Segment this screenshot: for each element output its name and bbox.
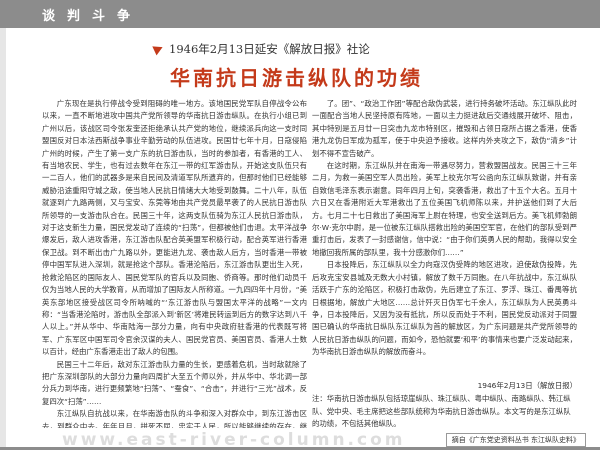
article-footnote: 1946年2月13日（解放日报） 注：华南抗日游击纵队包括琼崖纵队、珠江纵队、粤… [312,380,577,431]
right-column: 了。团”、“政治工作团”等配合敌伪武装，进行持务破坏活动。东江纵队此时一面配合当… [312,98,577,358]
left-column: 广东现在是执行停战令受到阻碍的唯一地方。该地国民党军队自停战令公布以来，一直不断… [42,98,307,428]
right-paragraph: 了。团”、“政治工作团”等配合敌伪武装，进行持务破坏活动。东江纵队此时一面配合当… [312,99,577,158]
source-credit: 摘自《广东党史资料丛书 东江纵队史料》 [445,433,586,447]
page-edge-shadow [0,28,6,450]
article-kicker: 1946年2月13日延安《解放日报》社论 [152,41,370,57]
left-paragraph: 东江纵队自抗战以来，在华南游击队的斗争和深入对群众中，到东江游击区去，到群众中去… [42,409,307,428]
flag-icon [152,42,165,56]
right-paragraph: 在这时期，东江纵队并在南海一带遇尽努力，营救盟国战友。民国三十三年二月，为救一美… [312,161,577,257]
article-headline: 华南抗日游击纵队的功绩 [170,66,423,90]
kicker-text: 1946年2月13日延安《解放日报》社论 [169,42,370,56]
section-header-bar: 谈判斗争 [0,0,600,28]
publication-date: 1946年2月13日（解放日报） [477,381,577,390]
section-title: 谈判斗争 [42,9,143,24]
annotation-text: 注：华南抗日游击纵队包括琼崖纵队、珠江纵队、粤中纵队、南路纵队、韩江纵队、党中央… [312,394,571,429]
left-paragraph: 广东现在是执行停战令受到阻碍的唯一地方。该地国民党军队自停战令公布以来，一直不断… [42,99,307,357]
right-paragraph: 日本投降后，东江纵队以全力向寇汉伪受降的地区进攻，迫使敌伪投降，先后攻克宝安县城… [312,260,577,357]
left-paragraph: 民国三十二年后，敌对东江游击队力量的生长，更感着危机，当时敌就除了把广东深圳部队… [42,359,307,406]
